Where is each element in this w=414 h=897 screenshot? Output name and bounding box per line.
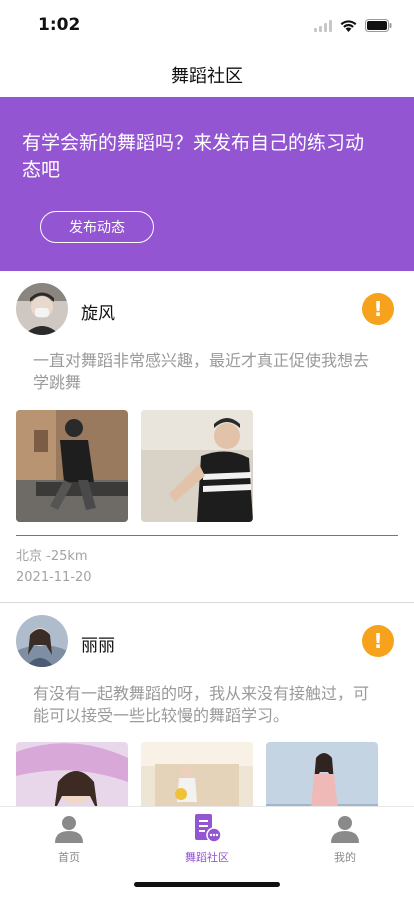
report-icon[interactable]: ! <box>362 293 394 325</box>
post-photo[interactable] <box>141 410 253 522</box>
status-time: 1:02 <box>38 15 81 35</box>
person-icon <box>54 816 84 847</box>
post-separator <box>16 535 398 536</box>
tab-label: 首页 <box>58 851 80 864</box>
tab-label: 舞蹈社区 <box>185 851 229 864</box>
post-card: 旋风 ! 一直对舞蹈非常感兴趣，最近才真正促使我想去学跳舞 北京 -25km 2… <box>0 271 414 602</box>
community-icon <box>192 814 222 847</box>
post-text: 一直对舞蹈非常感兴趣，最近才真正促使我想去学跳舞 <box>33 351 370 392</box>
post-author-name: 丽丽 <box>81 636 115 656</box>
page-title: 舞蹈社区 <box>171 66 243 87</box>
wifi-icon <box>340 17 357 36</box>
banner-text: 有学会新的舞蹈吗？来发布自己的练习动态吧 <box>22 132 365 181</box>
tab-label: 我的 <box>334 851 356 864</box>
publish-post-button[interactable]: 发布动态 <box>40 211 154 243</box>
signal-icon <box>314 17 332 36</box>
tab-home[interactable]: 首页 <box>0 813 138 865</box>
post-location: 北京 -25km <box>16 549 88 564</box>
status-bar: 1:02 <box>0 0 414 50</box>
post-text: 有没有一起教舞蹈的呀，我从来没有接触过，可能可以接受一些比较慢的舞蹈学习。 <box>33 684 370 725</box>
post-date: 2021-11-20 <box>16 570 92 585</box>
report-icon[interactable]: ! <box>362 625 394 657</box>
post-card: 丽丽 ! 有没有一起教舞蹈的呀，我从来没有接触过，可能可以接受一些比较慢的舞蹈学… <box>0 603 414 854</box>
person-icon <box>330 816 360 847</box>
post-author-name: 旋风 <box>81 304 115 324</box>
tab-dance-community[interactable]: 舞蹈社区 <box>138 813 276 865</box>
post-photo[interactable] <box>16 410 128 522</box>
home-indicator <box>134 882 280 887</box>
status-icons <box>314 17 392 36</box>
avatar[interactable] <box>16 283 68 335</box>
publish-banner: 有学会新的舞蹈吗？来发布自己的练习动态吧 <box>0 97 414 271</box>
avatar[interactable] <box>16 615 68 667</box>
tab-mine[interactable]: 我的 <box>276 813 414 865</box>
battery-icon <box>365 17 392 36</box>
